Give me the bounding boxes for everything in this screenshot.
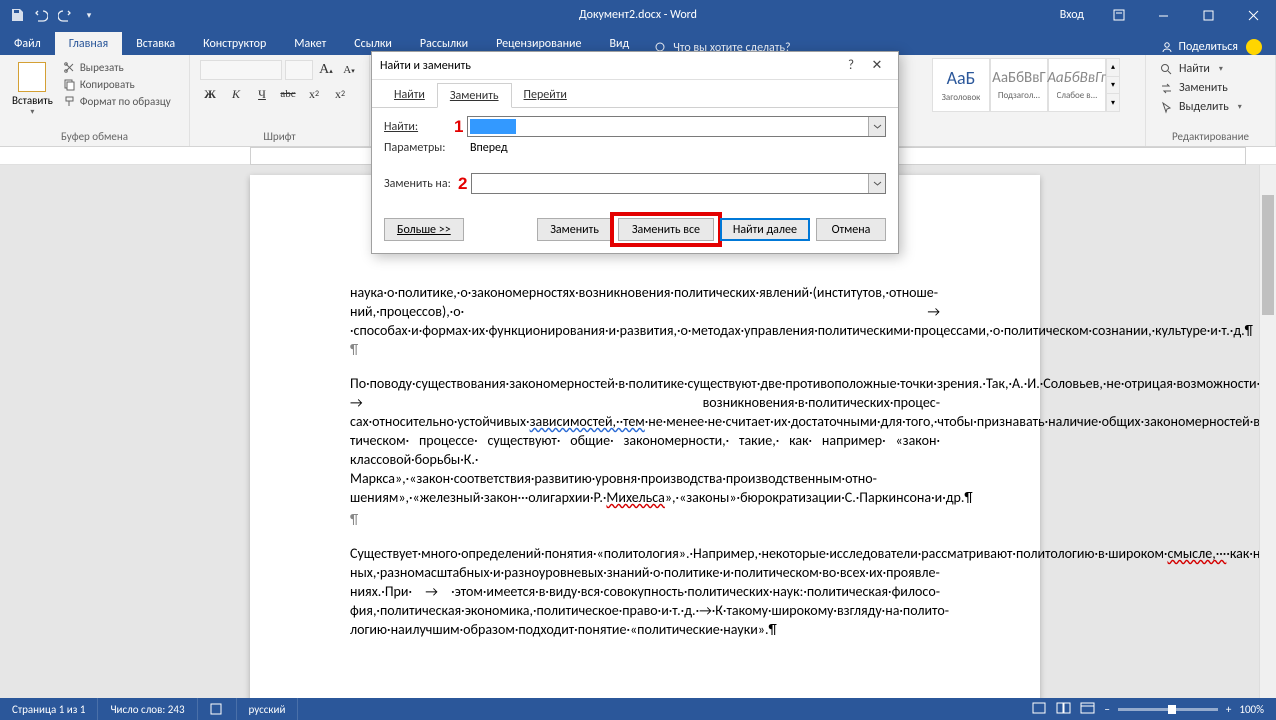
zoom-level[interactable]: 100% [1239,703,1264,716]
decrease-font-icon[interactable]: A▾ [339,60,359,80]
status-page[interactable]: Страница 1 из 1 [0,698,98,720]
status-spellcheck-icon[interactable] [198,698,237,720]
find-button[interactable]: Найти▾ [1156,60,1265,78]
find-icon [1160,63,1173,76]
params-value: Вперед [470,141,508,155]
feedback-smiley-icon[interactable] [1246,39,1262,55]
params-label: Параметры: [384,141,454,155]
find-replace-dialog: Найти и заменить ? ✕ Найти Заменить Пере… [371,51,899,254]
minimize-button[interactable] [1141,0,1186,30]
status-language[interactable]: русский [237,698,299,720]
tab-design[interactable]: Конструктор [189,32,280,55]
tab-file[interactable]: Файл [0,32,55,55]
replace-one-button[interactable]: Заменить [537,218,612,241]
editing-group-label: Редактирование [1152,128,1269,146]
annotation-2: 2 [458,174,467,194]
copy-button[interactable]: Копировать [59,77,175,92]
format-painter-button[interactable]: Формат по образцу [59,94,175,109]
quick-access-toolbar: ▾ [0,6,106,24]
find-next-button[interactable]: Найти далее [720,218,810,241]
tab-insert[interactable]: Вставка [122,32,189,55]
replace-input[interactable] [471,173,886,194]
cancel-button[interactable]: Отмена [816,218,886,241]
share-icon [1160,40,1174,54]
maximize-button[interactable] [1186,0,1231,30]
subscript-button[interactable]: x2 [304,84,324,104]
view-web-layout-icon[interactable] [1080,701,1096,718]
document-text[interactable]: наука·о·политике,·о·закономерностях·возн… [350,283,940,639]
select-icon [1160,101,1173,114]
styles-more[interactable]: ▾ [1107,93,1119,111]
dialog-tab-replace[interactable]: Заменить [437,83,512,108]
chevron-down-icon[interactable] [868,174,885,193]
dialog-title-bar[interactable]: Найти и заменить ? ✕ [372,52,898,80]
dialog-help-button[interactable]: ? [838,56,864,76]
replace-icon [1160,82,1173,95]
increase-font-icon[interactable]: A▴ [316,60,336,80]
clipboard-icon [18,62,46,92]
undo-icon[interactable] [32,6,50,24]
dialog-tabs: Найти Заменить Перейти [372,82,898,108]
dialog-title: Найти и заменить [380,59,471,73]
underline-button[interactable]: Ч [252,84,272,104]
chevron-down-icon[interactable] [868,117,885,136]
title-bar: ▾ Документ2.docx - Word Вход [0,0,1276,30]
strikethrough-button[interactable]: abc [278,84,298,104]
zoom-out-button[interactable]: − [1104,703,1109,716]
font-family-select[interactable] [200,60,282,80]
styles-scroll-up[interactable]: ▴ [1107,59,1119,76]
close-button[interactable] [1231,0,1276,30]
styles-gallery[interactable]: АаБЗаголовок АаБбВвГПодзагол... АаБбВвГг… [932,58,1139,112]
zoom-slider[interactable] [1118,708,1218,711]
scrollbar-thumb[interactable] [1262,195,1274,315]
vertical-scrollbar[interactable] [1259,165,1276,698]
superscript-button[interactable]: x2 [330,84,350,104]
view-print-layout-icon[interactable] [1032,701,1048,718]
status-word-count[interactable]: Число слов: 243 [98,698,197,720]
paintbrush-icon [63,95,76,108]
bold-button[interactable]: Ж [200,84,220,104]
view-read-mode-icon[interactable] [1056,701,1072,718]
annotation-1: 1 [454,117,463,137]
find-input[interactable] [467,116,886,137]
copy-icon [63,78,76,91]
save-icon[interactable] [8,6,26,24]
paste-button[interactable]: Вставить ▾ [6,58,59,117]
redo-icon[interactable] [56,6,74,24]
tab-home[interactable]: Главная [55,32,122,55]
status-bar: Страница 1 из 1 Число слов: 243 русский … [0,698,1276,720]
replace-all-highlight: Заменить все [610,212,722,247]
find-label: Найти: [384,120,454,134]
zoom-in-button[interactable]: + [1226,703,1231,716]
replace-button[interactable]: Заменить [1156,79,1265,97]
qat-customize-icon[interactable]: ▾ [80,6,98,24]
replace-all-button[interactable]: Заменить все [618,218,714,241]
dialog-tab-goto[interactable]: Перейти [512,83,579,108]
style-subheading[interactable]: АаБбВвГПодзагол... [990,58,1048,112]
font-size-select[interactable] [285,60,313,80]
tab-layout[interactable]: Макет [280,32,340,55]
clipboard-group-label: Буфер обмена [6,128,183,146]
sign-in[interactable]: Вход [1048,8,1096,22]
styles-scroll-down[interactable]: ▾ [1107,76,1119,94]
dialog-close-button[interactable]: ✕ [864,56,890,76]
italic-button[interactable]: К [226,84,246,104]
share-button[interactable]: Поделиться [1160,40,1238,54]
ribbon-options-icon[interactable] [1096,0,1141,30]
style-heading[interactable]: АаБЗаголовок [932,58,990,112]
style-subtle[interactable]: АаБбВвГгСлабое в... [1048,58,1106,112]
scissors-icon [63,61,76,74]
select-button[interactable]: Выделить▾ [1156,98,1265,116]
cut-button[interactable]: Вырезать [59,60,175,75]
dialog-tab-find[interactable]: Найти [382,83,437,108]
more-button[interactable]: Больше >> [384,218,464,241]
font-group-label: Шрифт [196,128,363,146]
window-title: Документ2.docx - Word [579,8,697,22]
